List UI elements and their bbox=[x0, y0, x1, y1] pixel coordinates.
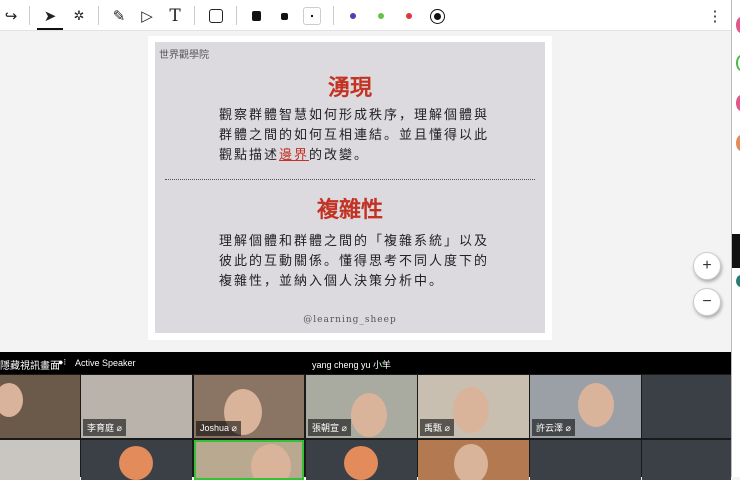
shape-tool-button[interactable] bbox=[204, 4, 228, 28]
slide-heading-complexity: 複雜性 bbox=[316, 197, 383, 223]
video-tile[interactable]: 許云澤 ⌀ bbox=[530, 375, 641, 438]
participant-name: 禹甄 ⌀ bbox=[420, 419, 454, 436]
laser-pointer-button[interactable]: ✲ bbox=[68, 4, 90, 28]
avatar bbox=[119, 446, 153, 480]
slide-heading-emergence: 湧現 bbox=[327, 75, 372, 101]
video-tile[interactable] bbox=[642, 375, 731, 438]
text-tool-button[interactable]: T bbox=[164, 4, 186, 28]
video-tile[interactable] bbox=[0, 440, 80, 480]
divider bbox=[98, 6, 99, 25]
color-swatch-icon bbox=[378, 13, 384, 19]
pencil-icon: ✎ bbox=[112, 8, 126, 25]
video-tile[interactable] bbox=[642, 440, 731, 480]
divider bbox=[29, 6, 30, 25]
slide-handle: @learning_sheep bbox=[303, 315, 397, 325]
mic-muted-icon: ⌀ bbox=[341, 423, 347, 433]
video-tile[interactable] bbox=[530, 440, 641, 480]
speaker-icon: ●⁝ bbox=[58, 357, 67, 367]
divider bbox=[194, 6, 195, 25]
video-tile[interactable]: Joshua ⌀ bbox=[194, 375, 304, 438]
video-tile[interactable] bbox=[0, 375, 80, 438]
mic-muted-icon: ⌀ bbox=[116, 423, 122, 433]
selected-color-icon bbox=[429, 8, 445, 24]
current-speaker-name: yang cheng yu 小羊 bbox=[312, 360, 392, 370]
participant-name: 李育庭 ⌀ bbox=[83, 419, 126, 436]
speaking-indicator-icon: • bbox=[382, 358, 386, 368]
mic-muted-icon: ⌀ bbox=[565, 423, 571, 433]
highlighter-icon: ▷ bbox=[141, 8, 153, 25]
participants-panel bbox=[731, 0, 740, 477]
size-medium-button[interactable] bbox=[276, 4, 292, 28]
video-tile[interactable]: 李育庭 ⌀ bbox=[81, 375, 192, 438]
avatar bbox=[344, 446, 378, 480]
gallery-header: 隱藏視訊畫面 ●⁝ Active Speaker yang cheng yu 小… bbox=[0, 352, 731, 374]
video-tile-active-speaker[interactable] bbox=[194, 440, 304, 480]
highlighter-tool-button[interactable]: ▷ bbox=[136, 4, 158, 28]
paragraph-text: 的改變。 bbox=[309, 148, 370, 163]
participant-name: 許云澤 ⌀ bbox=[532, 419, 575, 436]
video-tile[interactable]: 張朝宣 ⌀ bbox=[306, 375, 417, 438]
slide-paragraph-2: 理解個體和群體之間的「複雜系統」以及彼此的互動關係。懂得思考不同人度下的複雜性，… bbox=[219, 234, 490, 289]
mic-muted-icon: ⌀ bbox=[444, 423, 450, 433]
zoom-in-button[interactable]: + bbox=[693, 252, 721, 280]
select-tool-button[interactable]: ➤ bbox=[37, 4, 63, 30]
size-large-button[interactable] bbox=[248, 4, 264, 28]
square-icon bbox=[209, 9, 223, 23]
color-red-button[interactable] bbox=[402, 4, 416, 28]
whiteboard-toolbar: ↪ ➤ ✲ ✎ ▷ T ⋮ bbox=[0, 0, 731, 31]
medium-dot-icon bbox=[280, 12, 288, 20]
color-purple-button[interactable] bbox=[346, 4, 360, 28]
video-tile[interactable] bbox=[81, 440, 192, 480]
highlight-text: 邊界 bbox=[279, 148, 310, 163]
video-gallery: 隱藏視訊畫面 ●⁝ Active Speaker yang cheng yu 小… bbox=[0, 352, 731, 480]
color-swatch-icon bbox=[350, 13, 356, 19]
color-swatch-icon bbox=[406, 13, 412, 19]
shared-slide: 世界觀學院 湧現 觀察群體智慧如何形成秩序，理解個體與群體之間的如何互相連結。並… bbox=[148, 36, 552, 340]
zoom-out-button[interactable]: − bbox=[693, 288, 721, 316]
cursor-icon: ➤ bbox=[43, 8, 57, 25]
large-dot-icon bbox=[251, 11, 261, 21]
slide-paragraph-1: 觀察群體智慧如何形成秩序，理解個體與群體之間的如何互相連結。並且懂得以此觀點描述… bbox=[219, 106, 489, 166]
redo-icon[interactable]: ↪ bbox=[2, 4, 20, 28]
divider bbox=[236, 6, 237, 25]
small-dot-icon bbox=[311, 15, 313, 17]
size-small-button[interactable] bbox=[303, 7, 321, 25]
hide-video-button[interactable]: 隱藏視訊畫面 bbox=[0, 357, 60, 372]
video-tile[interactable] bbox=[306, 440, 417, 480]
more-options-button[interactable]: ⋮ bbox=[708, 4, 723, 28]
participant-name: Joshua ⌀ bbox=[196, 421, 241, 436]
color-black-button[interactable] bbox=[428, 4, 446, 28]
color-green-button[interactable] bbox=[374, 4, 388, 28]
slide-brand: 世界觀學院 bbox=[159, 50, 209, 61]
pen-tool-button[interactable]: ✎ bbox=[108, 4, 130, 28]
video-tile[interactable] bbox=[418, 440, 529, 480]
active-speaker-button[interactable]: Active Speaker bbox=[75, 358, 136, 368]
divider bbox=[333, 6, 334, 25]
dotted-divider bbox=[165, 179, 535, 180]
participant-name: 張朝宣 ⌀ bbox=[308, 419, 351, 436]
video-tile[interactable]: 禹甄 ⌀ bbox=[418, 375, 529, 438]
laser-cursor-icon: ✲ bbox=[73, 8, 85, 23]
mic-muted-icon: ⌀ bbox=[231, 423, 237, 433]
